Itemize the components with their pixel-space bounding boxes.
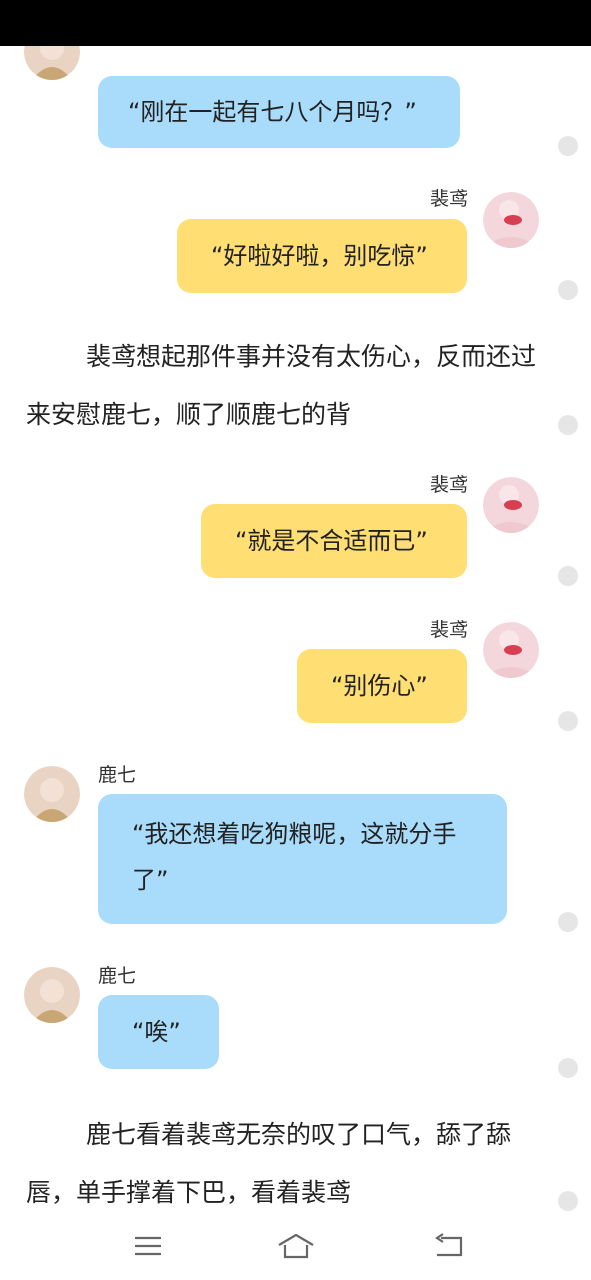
back-icon bbox=[435, 1233, 463, 1257]
scroll-indicator-dot bbox=[558, 1058, 578, 1078]
scroll-indicator-dot bbox=[558, 280, 578, 300]
avatar-luqi[interactable] bbox=[24, 766, 80, 822]
narration-paragraph: 裴鸢想起那件事并没有太伤心，反而还过来安慰鹿七，顺了顺鹿七的背 bbox=[26, 342, 537, 429]
sender-name: 鹿七 bbox=[98, 965, 137, 987]
narration-paragraph: 鹿七看着裴鸢无奈的叹了口气，舔了舔唇，单手撑着下巴，看着裴鸢 bbox=[26, 1120, 512, 1207]
chat-content[interactable]: “刚在一起有七八个月吗？” 裴鸢 “好啦好啦，别吃惊” 裴鸢想起那件事并没有太伤… bbox=[0, 46, 591, 1220]
menu-button[interactable] bbox=[123, 1226, 173, 1266]
sender-name: 裴鸢 bbox=[430, 474, 469, 496]
message-bubble[interactable]: “好啦好啦，别吃惊” bbox=[177, 219, 467, 293]
sender-name: 鹿七 bbox=[98, 764, 137, 786]
sender-name: 裴鸢 bbox=[430, 619, 469, 641]
avatar-luqi[interactable] bbox=[24, 967, 80, 1023]
avatar-luqi[interactable] bbox=[24, 46, 80, 80]
message-bubble[interactable]: “唉” bbox=[98, 995, 219, 1069]
message-bubble[interactable]: “刚在一起有七八个月吗？” bbox=[98, 76, 460, 148]
navigation-bar bbox=[0, 1220, 591, 1280]
home-button[interactable] bbox=[271, 1226, 321, 1266]
scroll-indicator-dot bbox=[558, 415, 578, 435]
avatar-peiyuan[interactable] bbox=[483, 622, 539, 678]
avatar-peiyuan[interactable] bbox=[483, 192, 539, 248]
scroll-indicator-dot bbox=[558, 566, 578, 586]
scroll-indicator-dot bbox=[558, 912, 578, 932]
message-bubble[interactable]: “我还想着吃狗粮呢，这就分手 了” bbox=[98, 794, 507, 924]
scroll-indicator-dot bbox=[558, 711, 578, 731]
scroll-indicator-dot bbox=[558, 1191, 578, 1211]
message-bubble[interactable]: “就是不合适而已” bbox=[201, 504, 467, 578]
sender-name: 裴鸢 bbox=[430, 188, 469, 210]
status-bar bbox=[0, 0, 591, 46]
menu-icon bbox=[135, 1236, 161, 1256]
home-icon bbox=[278, 1233, 314, 1259]
avatar-peiyuan[interactable] bbox=[483, 477, 539, 533]
message-bubble[interactable]: “别伤心” bbox=[297, 649, 467, 723]
scroll-indicator-dot bbox=[558, 136, 578, 156]
back-button[interactable] bbox=[424, 1226, 474, 1266]
